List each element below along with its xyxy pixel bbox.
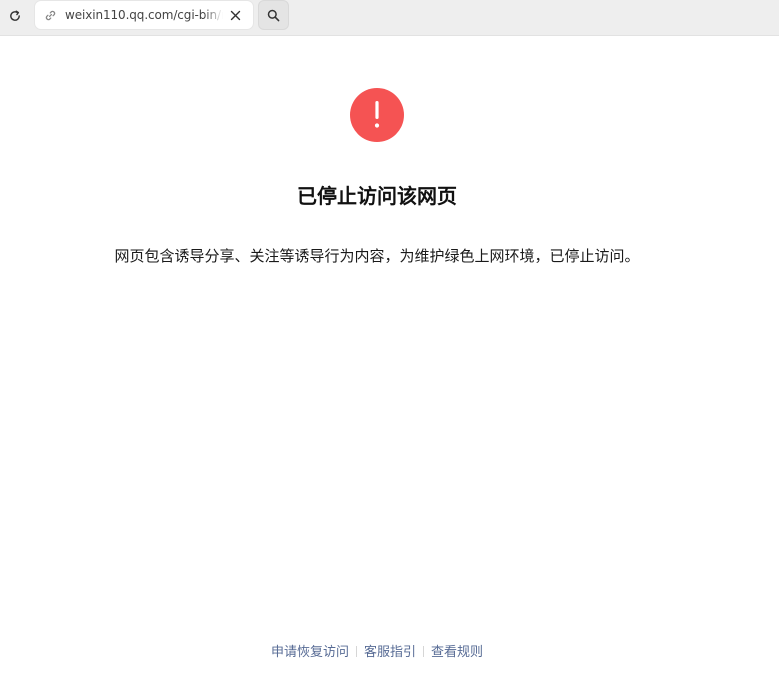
browser-toolbar: weixin110.qq.com/cgi-bin/mmspamsupport-b…: [0, 0, 779, 36]
close-icon: [230, 10, 240, 20]
exclamation-icon: [374, 101, 380, 128]
tab-url-text: weixin110.qq.com/cgi-bin/mmspamsupport-b…: [65, 8, 223, 22]
search-button[interactable]: [258, 0, 289, 30]
address-tab[interactable]: weixin110.qq.com/cgi-bin/mmspamsupport-b…: [35, 1, 253, 29]
warning-badge: [350, 88, 404, 142]
link-icon: [43, 8, 57, 22]
search-icon: [267, 9, 280, 21]
reload-button[interactable]: [4, 5, 26, 27]
request-restore-link[interactable]: 申请恢复访问: [271, 645, 349, 660]
customer-service-link[interactable]: 客服指引: [364, 645, 416, 660]
footer-divider: [355, 646, 357, 657]
block-reason-text: 网页包含诱导分享、关注等诱导行为内容，为维护绿色上网环境，已停止访问。: [114, 247, 640, 265]
view-rules-link[interactable]: 查看规则: [431, 645, 483, 660]
footer-links: 申请恢复访问 客服指引 查看规则: [0, 642, 754, 664]
footer-divider: [423, 646, 424, 657]
page-title: 已停止访问该网页: [297, 184, 457, 208]
reload-icon: [10, 10, 20, 21]
close-tab-button[interactable]: [227, 7, 243, 23]
